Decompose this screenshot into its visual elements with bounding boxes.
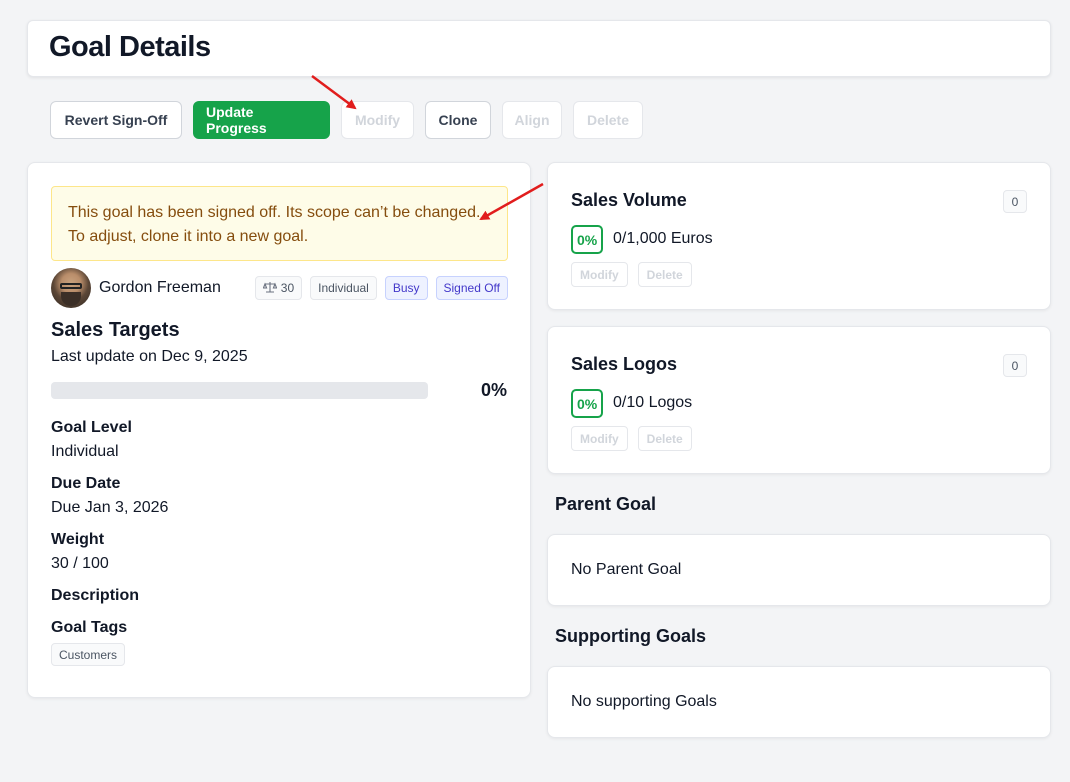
- owner-name: Gordon Freeman: [99, 279, 221, 296]
- key-result-actions: Modify Delete: [571, 426, 692, 451]
- goal-tags-label: Goal Tags: [51, 619, 128, 636]
- due-date-label: Due Date: [51, 475, 121, 492]
- key-result-title: Sales Volume: [571, 190, 687, 210]
- level-chip: Individual: [310, 276, 377, 300]
- signoff-badge: Signed Off: [435, 276, 508, 300]
- weight-label: Weight: [51, 531, 105, 548]
- progress-percent: 0%: [480, 380, 507, 400]
- supporting-goals-card: No supporting Goals: [547, 666, 1051, 738]
- clone-button[interactable]: Clone: [425, 101, 491, 139]
- goal-level-label: Goal Level: [51, 419, 132, 436]
- goal-title: Sales Targets: [51, 319, 180, 341]
- modify-button[interactable]: Modify: [341, 101, 414, 139]
- goal-detail-card: This goal has been signed off. Its scope…: [27, 162, 531, 698]
- goal-tag[interactable]: Customers: [51, 643, 126, 666]
- weight-chip: 30: [254, 276, 303, 300]
- key-result-modify-button[interactable]: Modify: [571, 426, 628, 451]
- update-progress-button[interactable]: Update Progress: [193, 101, 330, 139]
- revert-signoff-button[interactable]: Revert Sign-Off: [50, 101, 182, 139]
- weight-chip-value: 30: [280, 281, 295, 295]
- key-result-card: Sales Volume 0 0% 0/1,000 Euros Modify D…: [547, 162, 1051, 310]
- weight-value: 30 / 100: [51, 555, 109, 572]
- key-result-title: Sales Logos: [571, 354, 678, 374]
- key-result-percent: 0%: [571, 389, 604, 418]
- description-label: Description: [51, 587, 140, 604]
- comment-count-badge[interactable]: 0: [1003, 190, 1027, 213]
- key-result-value: 0/10 Logos: [613, 394, 693, 411]
- page-header: Goal Details: [27, 20, 1051, 77]
- comment-count-badge[interactable]: 0: [1003, 354, 1027, 377]
- last-update-text: Last update on Dec 9, 2025: [51, 348, 248, 365]
- parent-goal-card: No Parent Goal: [547, 534, 1051, 606]
- goal-level-value: Individual: [51, 443, 119, 460]
- parent-goal-empty-text: No Parent Goal: [571, 561, 682, 578]
- status-badge: Busy: [384, 276, 428, 300]
- delete-button[interactable]: Delete: [573, 101, 643, 139]
- goal-owner-row: Gordon Freeman 30 Individual Busy Signed…: [51, 268, 508, 308]
- key-result-card: Sales Logos 0 0% 0/10 Logos Modify Delet…: [547, 326, 1051, 474]
- action-toolbar: Revert Sign-Off Update Progress Modify C…: [50, 101, 643, 139]
- key-result-actions: Modify Delete: [571, 262, 692, 287]
- supporting-goals-empty-text: No supporting Goals: [571, 693, 717, 710]
- key-result-modify-button[interactable]: Modify: [571, 262, 628, 287]
- parent-goal-heading: Parent Goal: [555, 494, 657, 514]
- scale-icon: [262, 281, 278, 296]
- due-date-value: Due Jan 3, 2026: [51, 499, 169, 516]
- key-result-value: 0/1,000 Euros: [613, 230, 713, 247]
- key-result-percent: 0%: [571, 225, 604, 254]
- progress-bar: [51, 382, 428, 399]
- align-button[interactable]: Align: [502, 101, 562, 139]
- signed-off-notice: This goal has been signed off. Its scope…: [51, 186, 508, 261]
- key-result-delete-button[interactable]: Delete: [637, 426, 692, 451]
- goal-chips: 30 Individual Busy Signed Off: [254, 276, 508, 300]
- page-title: Goal Details: [49, 31, 211, 63]
- supporting-goals-heading: Supporting Goals: [555, 626, 706, 646]
- avatar: [51, 268, 91, 308]
- key-result-delete-button[interactable]: Delete: [637, 262, 692, 287]
